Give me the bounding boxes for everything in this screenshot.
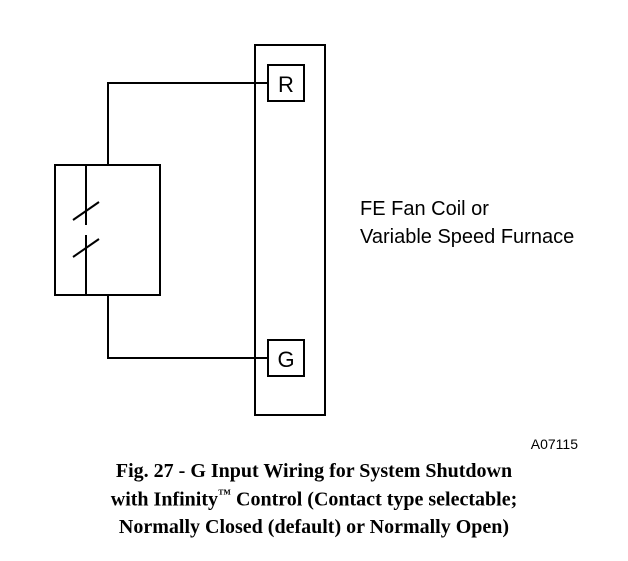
wire-r xyxy=(108,83,268,165)
terminal-g-label: G xyxy=(277,347,294,372)
caption-line2-pre: with Infinity xyxy=(111,489,218,511)
wire-g xyxy=(108,295,268,358)
fuse-symbol xyxy=(73,165,99,295)
figure-caption: Fig. 27 - G Input Wiring for System Shut… xyxy=(20,458,608,541)
equipment-label: FE Fan Coil or Variable Speed Furnace xyxy=(360,195,574,251)
caption-line1-rest: G Input Wiring for System Shutdown xyxy=(185,460,512,482)
caption-line3: Normally Closed (default) or Normally Op… xyxy=(119,516,509,538)
caption-fig-prefix: Fig. 27 - xyxy=(116,460,185,482)
reference-id: A07115 xyxy=(20,436,608,452)
equipment-label-line1: FE Fan Coil or xyxy=(360,198,489,220)
caption-line2-post: Control (Contact type selectable; xyxy=(231,489,517,511)
trademark-symbol: ™ xyxy=(218,486,231,501)
contact-block xyxy=(55,165,160,295)
terminal-r-label: R xyxy=(278,72,294,97)
wiring-diagram: R G FE Fan Coil or Variable Speed Furnac… xyxy=(20,20,608,430)
equipment-label-line2: Variable Speed Furnace xyxy=(360,226,574,248)
